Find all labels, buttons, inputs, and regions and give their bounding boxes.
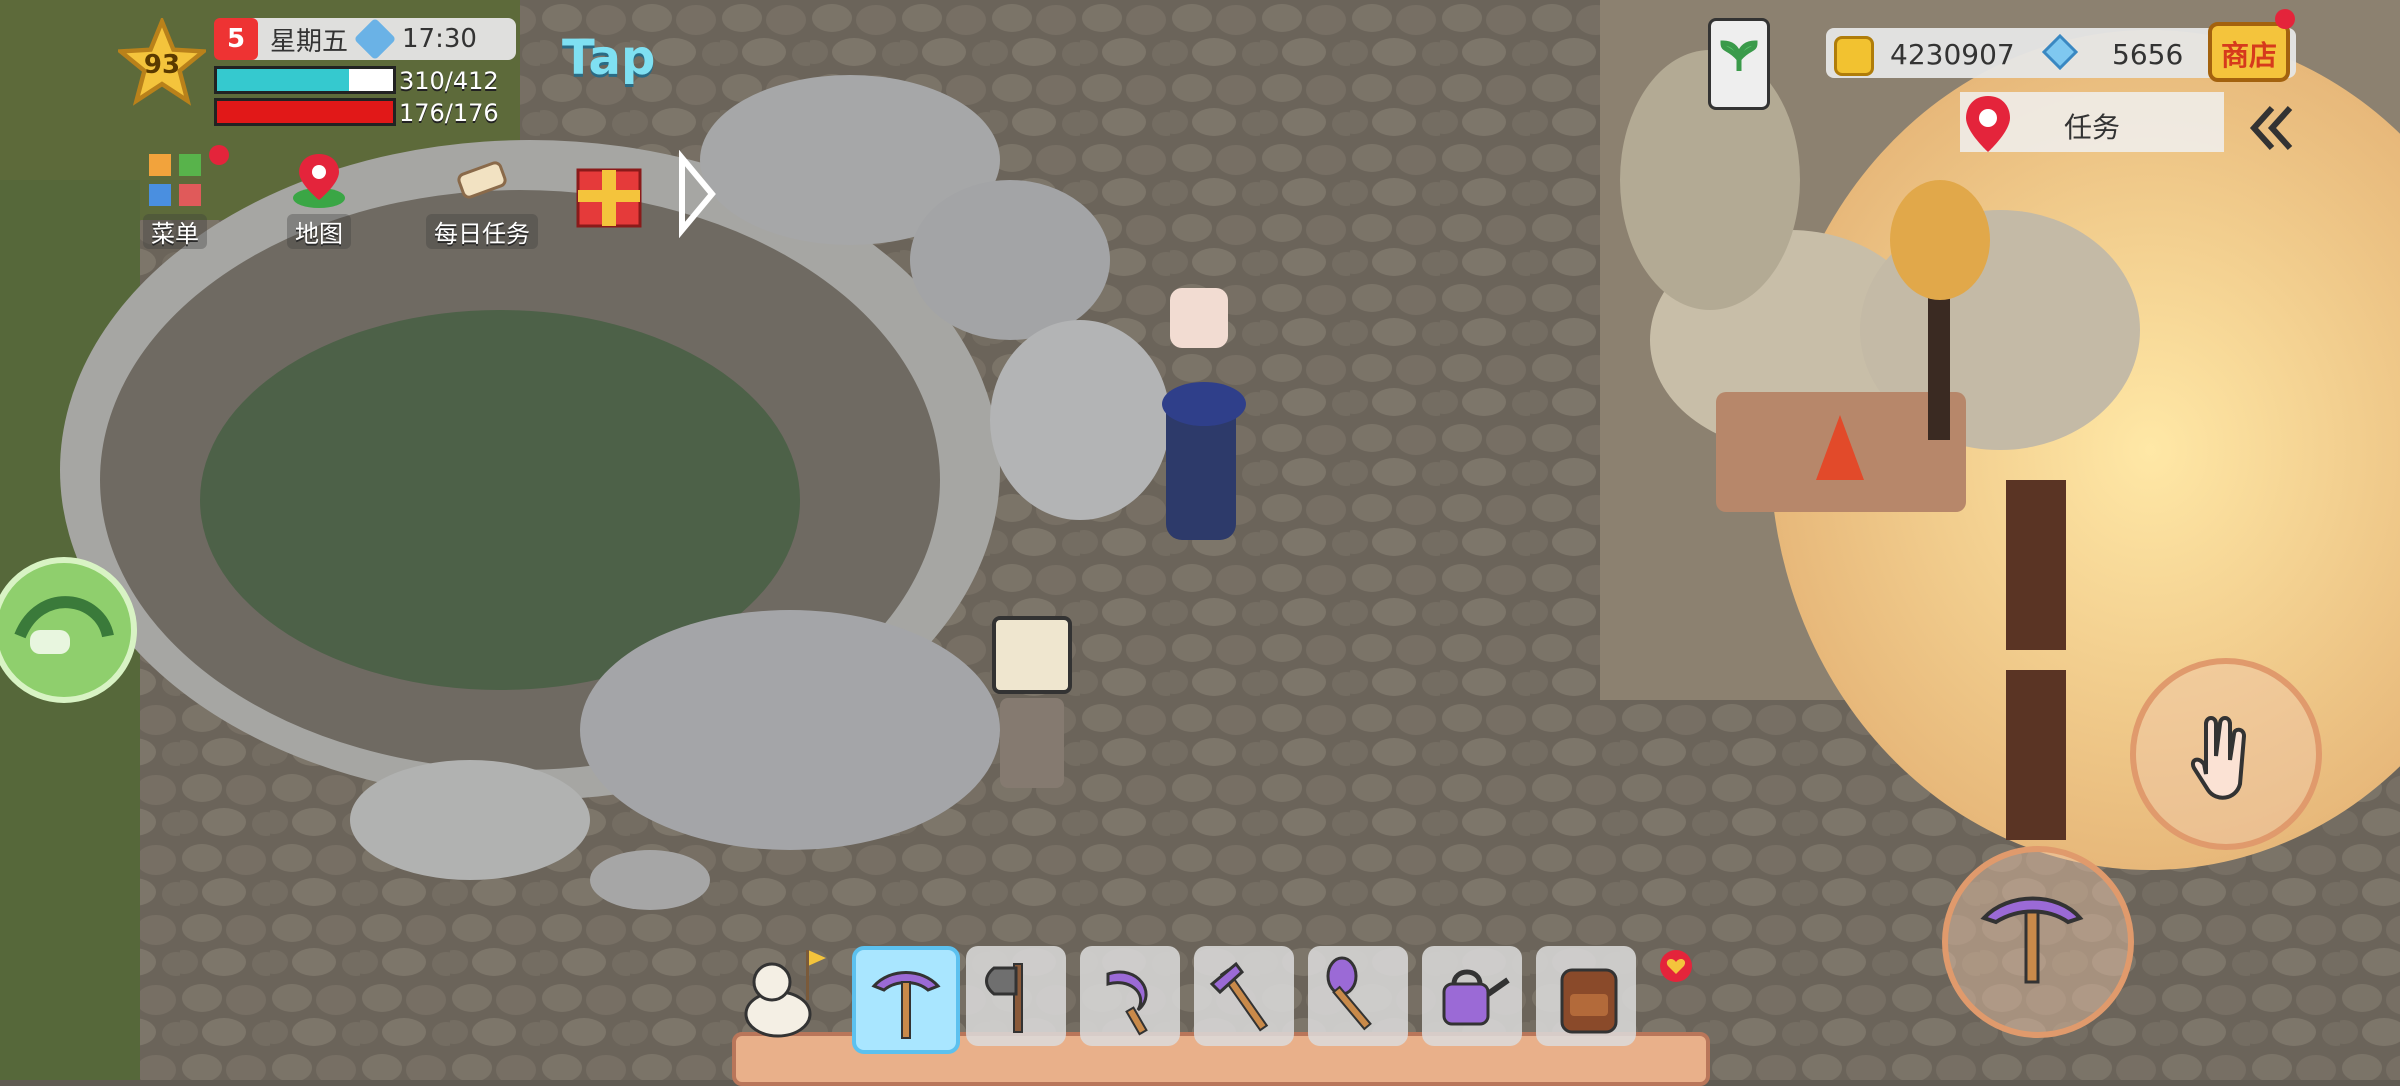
toolbar-slot-backpack[interactable] (1536, 946, 1636, 1046)
tap-button[interactable]: Tap (562, 30, 655, 86)
status-bars: 310/412 176/176 (214, 66, 514, 127)
pet-companion[interactable] (738, 944, 832, 1044)
notification-dot-icon (209, 145, 229, 165)
stamina-bar-fill (217, 69, 349, 91)
gem-amount: 5656 (2112, 38, 2184, 71)
shop-label: 商店 (2220, 39, 2277, 72)
hoe-icon (1209, 961, 1269, 1032)
location-pin-icon (1966, 96, 2010, 152)
health-bar-fill (217, 101, 393, 123)
daily-tasks-label: 每日任务 (426, 214, 538, 249)
toolbar-slot-watering-can[interactable] (1422, 946, 1522, 1046)
pickaxe-icon (871, 971, 941, 1039)
scroll-icon (457, 161, 507, 199)
player-level-badge[interactable]: 93 (118, 18, 206, 106)
map-pin-icon (293, 154, 345, 208)
toolbar-slot-shovel[interactable] (1308, 946, 1408, 1046)
shop-button[interactable]: 商店 (2206, 9, 2295, 84)
toolbar-slot-sickle[interactable] (1080, 946, 1180, 1046)
interact-hand-button[interactable] (2130, 658, 2322, 850)
double-chevron-left-icon (2249, 105, 2293, 151)
plant-card-button[interactable] (1708, 18, 1770, 110)
quest-pin-button[interactable] (1956, 92, 2020, 156)
daily-tasks-button[interactable]: 每日任务 (414, 150, 550, 249)
watering-can-icon (1442, 969, 1510, 1026)
backpack-icon (1560, 968, 1618, 1034)
sickle-icon (1106, 970, 1148, 1036)
stamina-value: 310/412 (399, 67, 499, 95)
map-label: 地图 (287, 214, 351, 249)
toolbar-slot-hoe[interactable] (1194, 946, 1294, 1046)
health-value: 176/176 (399, 99, 499, 127)
gamepad-button[interactable] (0, 556, 138, 704)
gift-box-icon (576, 149, 716, 239)
menu-button[interactable]: 菜单 (120, 145, 230, 249)
gold-amount: 4230907 (1890, 38, 2015, 71)
calendar-icon: 5 (214, 18, 258, 60)
gamepad-swirl-icon (0, 557, 137, 703)
stamina-bar: 310/412 (214, 66, 499, 95)
diamond-icon (2042, 34, 2078, 70)
hand-icon (2191, 716, 2247, 800)
menu-label: 菜单 (143, 214, 207, 249)
goat-pet-icon (744, 950, 826, 1038)
time-diamond-icon (353, 17, 397, 61)
notification-dot-icon (2275, 9, 2295, 29)
weekday-label: 星期五 (270, 26, 349, 57)
collapse-quest-button[interactable] (2248, 102, 2296, 154)
gift-button[interactable] (572, 149, 722, 239)
toolbar-slot-pickaxe[interactable] (852, 946, 960, 1054)
map-button[interactable]: 地图 (264, 150, 374, 249)
time-label: 17:30 (402, 24, 477, 54)
axe-icon (985, 963, 1023, 1033)
date-time-bar: 5 星期五 17:30 (214, 17, 516, 61)
toolbar-slot-axe[interactable] (966, 946, 1066, 1046)
menu-grid-icon (149, 154, 201, 206)
notification-heart-icon (1660, 950, 1692, 982)
health-bar: 176/176 (214, 98, 499, 127)
pickaxe-icon (1980, 896, 2084, 984)
shovel-icon (1326, 956, 1372, 1031)
use-tool-button[interactable] (1942, 846, 2134, 1038)
gold-coin-icon (1834, 36, 1874, 76)
sprout-icon (1720, 40, 1758, 71)
player-level: 93 (143, 50, 181, 80)
